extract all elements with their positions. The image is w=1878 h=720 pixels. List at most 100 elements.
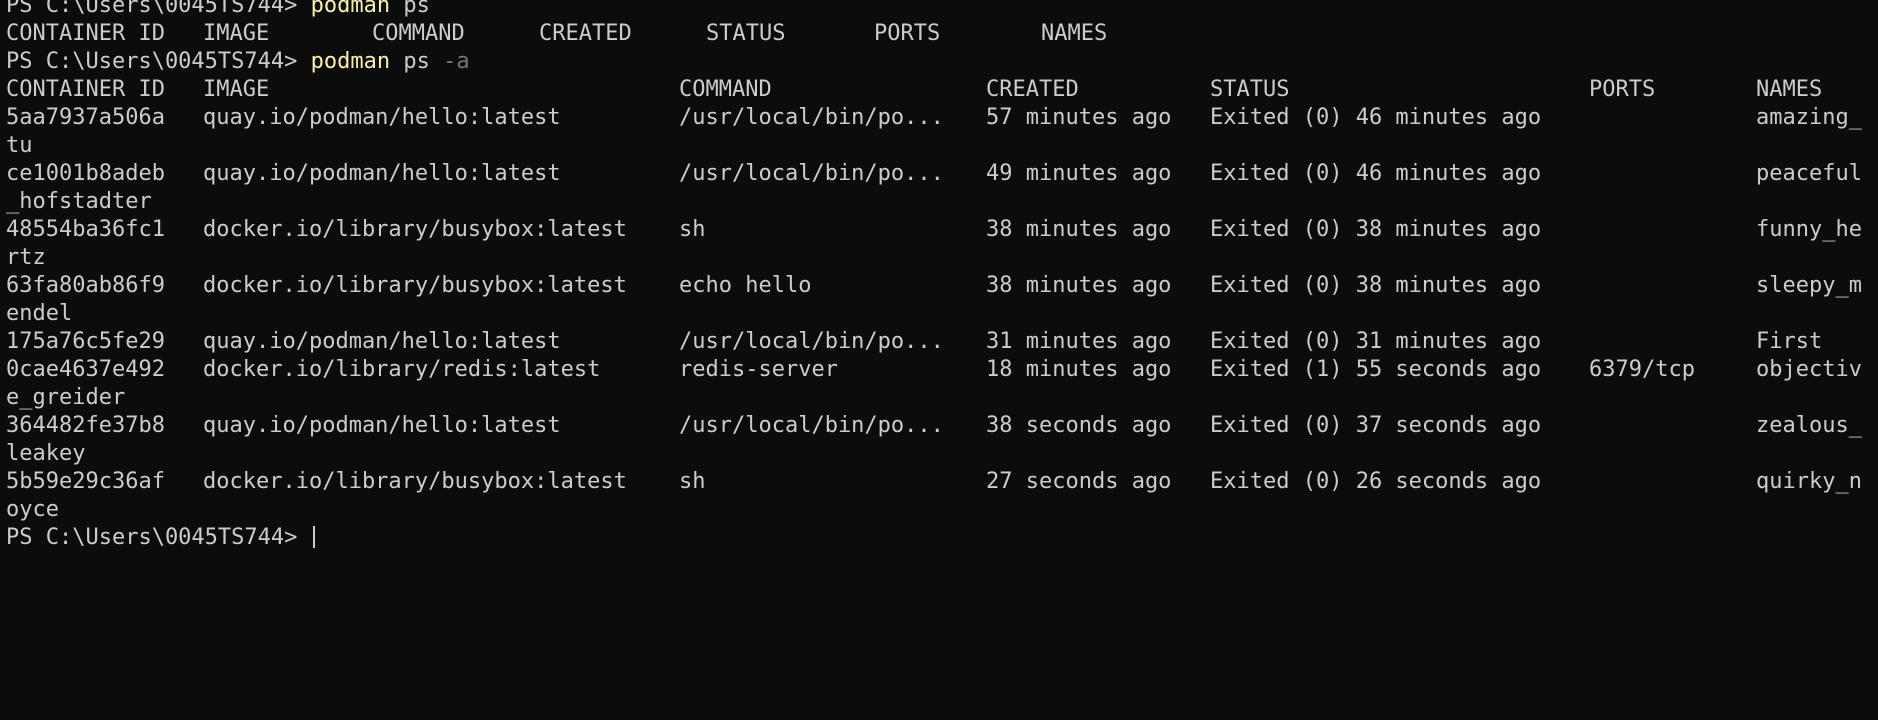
container-created: 49 minutes ago [986,161,1172,186]
table-row: 5aa7937a506a quay.io/podman/hello:latest… [6,104,1876,132]
header-command: COMMAND [679,77,772,102]
header-container-id: CONTAINER ID [6,21,165,46]
container-command: /usr/local/bin/po... [679,105,944,130]
container-image: quay.io/podman/hello:latest [203,105,561,130]
container-id: 175a76c5fe29 [6,329,165,354]
table-row: 48554ba36fc1 docker.io/library/busybox:l… [6,216,1876,244]
container-name: zealous_ [1756,413,1862,438]
container-name: objectiv [1756,357,1862,382]
container-image: quay.io/podman/hello:latest [203,329,561,354]
container-command: echo hello [679,273,812,298]
header-container-id: CONTAINER ID [6,77,165,102]
container-name: peaceful [1756,161,1862,186]
container-created: 38 minutes ago [986,273,1172,298]
container-status: Exited (0) 37 seconds ago [1210,413,1542,438]
container-created: 27 seconds ago [986,469,1172,494]
container-name: First [1756,329,1823,354]
container-image: docker.io/library/busybox:latest [203,469,627,494]
container-name-wrap: tu [6,133,33,158]
container-image: docker.io/library/busybox:latest [203,217,627,242]
command-flag: -a [443,49,470,74]
command-args: ps [403,0,430,18]
header-names: NAMES [1041,21,1108,46]
table-row: 175a76c5fe29 quay.io/podman/hello:latest… [6,328,1876,356]
prompt-text: PS C:\Users\0045TS744> [6,49,311,74]
table-row-wrap: rtz [6,244,1876,272]
ps-header-row: CONTAINER ID IMAGE COMMAND CREATED STATU… [6,20,1876,48]
container-id: 48554ba36fc1 [6,217,165,242]
container-created: 31 minutes ago [986,329,1172,354]
header-status: STATUS [1210,77,1290,102]
prompt-line: PS C:\Users\0045TS744> podman ps -a [6,48,1876,76]
command-program: podman [310,49,391,74]
container-created: 18 minutes ago [986,357,1172,382]
header-status: STATUS [706,21,786,46]
table-row: 63fa80ab86f9 docker.io/library/busybox:l… [6,272,1876,300]
container-status: Exited (0) 38 minutes ago [1210,217,1542,242]
container-id: ce1001b8adeb [6,161,165,186]
container-image: quay.io/podman/hello:latest [203,161,561,186]
active-prompt-line[interactable]: PS C:\Users\0045TS744> [6,524,1876,552]
container-id: 364482fe37b8 [6,413,165,438]
container-name-wrap: _hofstadter [6,189,152,214]
container-command: /usr/local/bin/po... [679,161,944,186]
table-row-wrap: oyce [6,496,1876,524]
container-id: 0cae4637e492 [6,357,165,382]
header-image: IMAGE [203,21,270,46]
container-image: docker.io/library/redis:latest [203,357,601,382]
container-command: sh [679,469,706,494]
container-id: 5b59e29c36af [6,469,165,494]
container-id: 5aa7937a506a [6,105,165,130]
container-status: Exited (0) 31 minutes ago [1210,329,1542,354]
container-created: 38 minutes ago [986,217,1172,242]
container-name-wrap: leakey [6,441,86,466]
header-created: CREATED [539,21,632,46]
psa-header-row: CONTAINER ID IMAGE COMMAND CREATED STATU… [6,76,1876,104]
container-name-wrap: oyce [6,497,59,522]
container-image: docker.io/library/busybox:latest [203,273,627,298]
table-row: 0cae4637e492 docker.io/library/redis:lat… [6,356,1876,384]
container-name: amazing_ [1756,105,1862,130]
table-row: 5b59e29c36af docker.io/library/busybox:l… [6,468,1876,496]
container-image: quay.io/podman/hello:latest [203,413,561,438]
container-name: sleepy_m [1756,273,1862,298]
container-status: Exited (0) 38 minutes ago [1210,273,1542,298]
header-names: NAMES [1756,77,1823,102]
header-image: IMAGE [203,77,270,102]
command-args: ps [403,49,430,74]
table-row-wrap: e_greider [6,384,1876,412]
container-ports: 6379/tcp [1589,357,1695,382]
table-row-wrap: leakey [6,440,1876,468]
table-row: 364482fe37b8 quay.io/podman/hello:latest… [6,412,1876,440]
prompt-text: PS C:\Users\0045TS744> [6,0,311,18]
command-program: podman [310,0,391,18]
container-created: 38 seconds ago [986,413,1172,438]
table-row-wrap: endel [6,300,1876,328]
prompt-text: PS C:\Users\0045TS744> [6,525,311,550]
container-status: Exited (0) 46 minutes ago [1210,105,1542,130]
container-id: 63fa80ab86f9 [6,273,165,298]
header-ports: PORTS [1589,77,1656,102]
header-ports: PORTS [874,21,941,46]
container-command: /usr/local/bin/po... [679,413,944,438]
container-status: Exited (0) 26 seconds ago [1210,469,1542,494]
container-command: redis-server [679,357,838,382]
terminal-window[interactable]: PS C:\Users\0045TS744> podman ps CONTAIN… [6,0,1876,552]
text-cursor [312,526,315,548]
header-created: CREATED [986,77,1079,102]
table-row: ce1001b8adeb quay.io/podman/hello:latest… [6,160,1876,188]
container-command: sh [679,217,706,242]
container-status: Exited (0) 46 minutes ago [1210,161,1542,186]
container-name-wrap: rtz [6,245,46,270]
container-name-wrap: endel [6,301,73,326]
table-row-wrap: tu [6,132,1876,160]
prompt-line: PS C:\Users\0045TS744> podman ps [6,0,1876,20]
container-name-wrap: e_greider [6,385,126,410]
header-command: COMMAND [372,21,465,46]
container-name: funny_he [1756,217,1862,242]
container-created: 57 minutes ago [986,105,1172,130]
table-row-wrap: _hofstadter [6,188,1876,216]
container-status: Exited (1) 55 seconds ago [1210,357,1542,382]
container-command: /usr/local/bin/po... [679,329,944,354]
container-name: quirky_n [1756,469,1862,494]
